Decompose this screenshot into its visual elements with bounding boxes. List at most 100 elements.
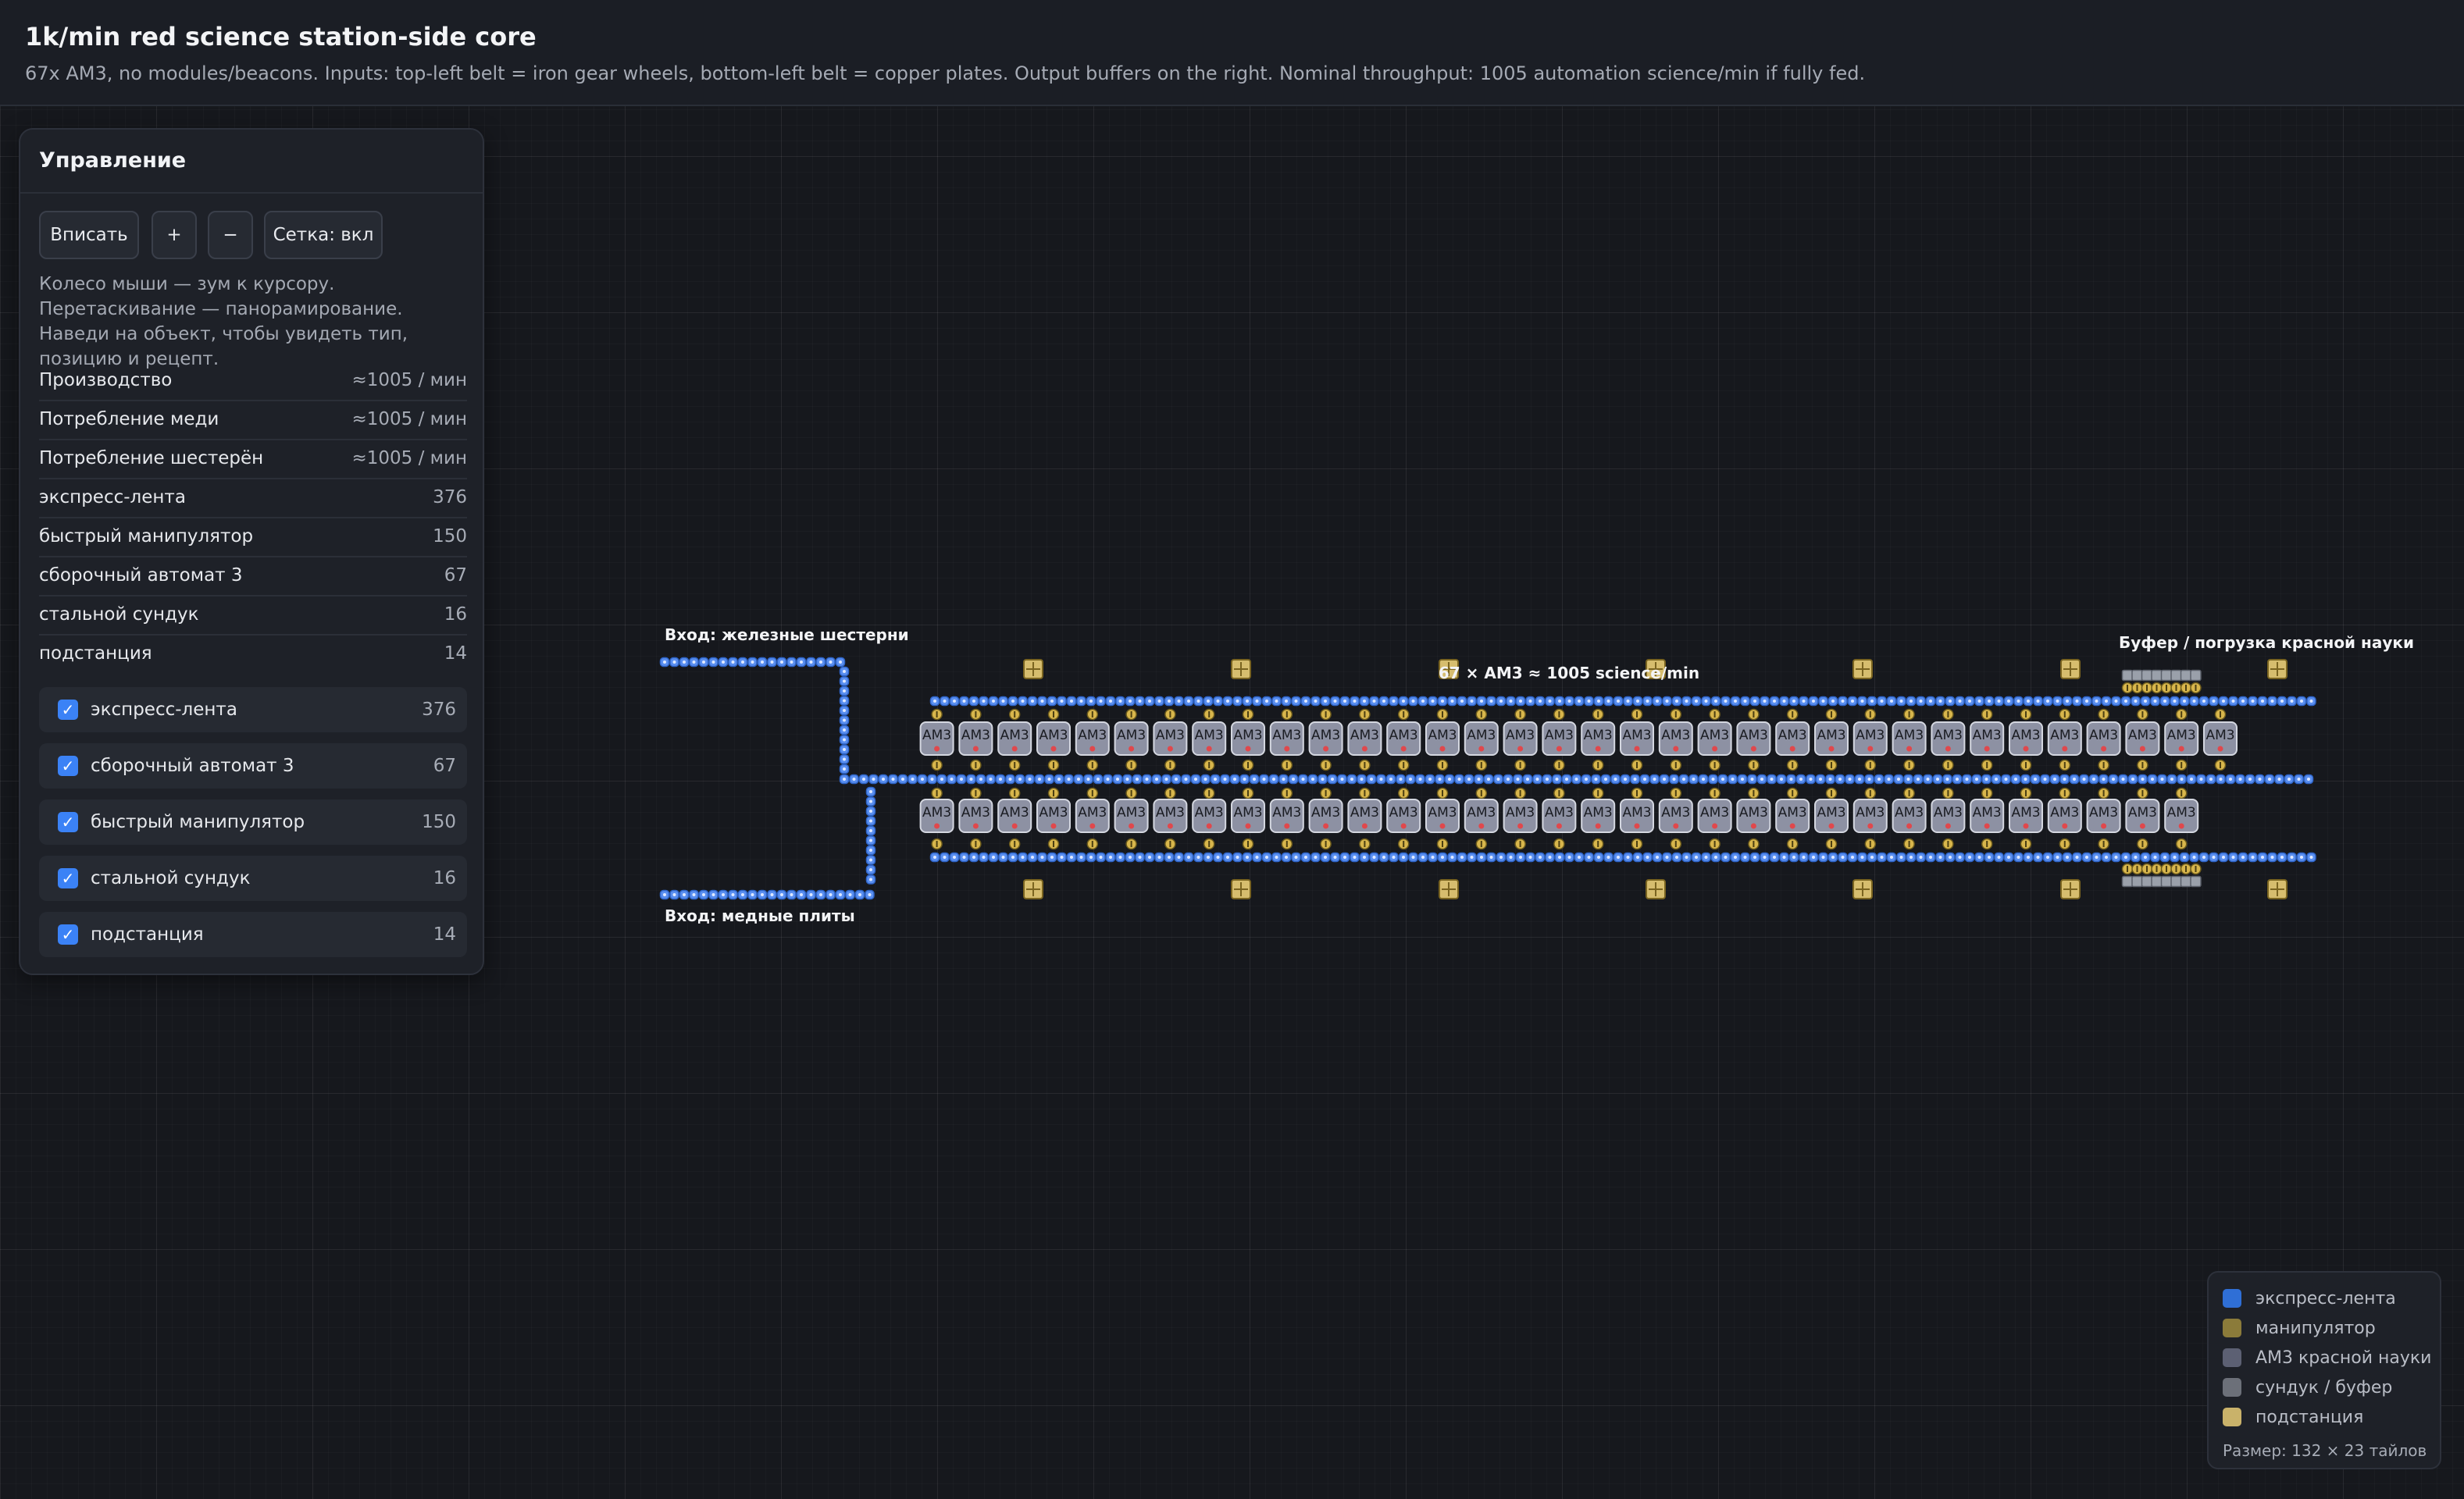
zoom-out-button[interactable]: − <box>208 211 253 259</box>
belt-tile <box>2040 774 2050 785</box>
checkbox-checked-icon[interactable]: ✓ <box>58 924 78 945</box>
belt-tile <box>1076 852 1086 863</box>
inserter <box>1942 759 1954 771</box>
belt-tile <box>1190 774 1201 785</box>
stat-label: стальной сундук <box>39 604 199 625</box>
legend-label: манипулятор <box>2255 1318 2376 1338</box>
fit-button[interactable]: Вписать <box>39 211 139 259</box>
inserter <box>1592 838 1604 850</box>
belt-tile <box>2296 696 2307 707</box>
belt-tile <box>1603 696 1614 707</box>
belt-tile <box>839 715 850 725</box>
belt-tile <box>1662 696 1672 707</box>
toggle-substation[interactable]: ✓ подстанция 14 <box>39 912 467 957</box>
grid-toggle-button[interactable]: Сетка: вкл <box>264 211 383 259</box>
belt-tile <box>2179 696 2190 707</box>
toggle-assembler-3[interactable]: ✓ сборочный автомат 3 67 <box>39 743 467 789</box>
belt-tile <box>1767 774 1777 785</box>
belt-tile <box>988 852 999 863</box>
belt-tile <box>1096 852 1106 863</box>
belt-tile <box>2303 774 2314 785</box>
toggle-count: 67 <box>433 756 456 776</box>
legend-swatch <box>2223 1319 2241 1337</box>
zoom-in-button[interactable]: + <box>152 211 197 259</box>
checkbox-checked-icon[interactable]: ✓ <box>58 868 78 888</box>
inserter <box>1825 759 1838 771</box>
belt-tile <box>2159 852 2170 863</box>
stat-value: ≈1005 / мин <box>351 409 467 429</box>
belt-tile <box>698 889 709 900</box>
belt-tile <box>936 774 947 785</box>
inserter <box>1086 708 1099 721</box>
belt-tile <box>1952 774 1963 785</box>
belt-tile <box>1171 774 1182 785</box>
belt-tile <box>849 774 859 785</box>
belt-tile <box>1756 774 1767 785</box>
belt-tile <box>1242 696 1253 707</box>
checkbox-checked-icon[interactable]: ✓ <box>58 700 78 720</box>
belt-tile <box>1115 852 1125 863</box>
toggle-express-belt[interactable]: ✓ экспресс-лента 376 <box>39 687 467 732</box>
belt-tile <box>1886 696 1897 707</box>
belt-tile <box>1018 852 1028 863</box>
assembler-am3: AM3 <box>1736 799 1771 833</box>
belt-tile <box>1955 852 1965 863</box>
svg-text:AM3: AM3 <box>1973 728 2002 743</box>
belt-tile <box>2198 696 2209 707</box>
assembler-am3: AM3 <box>1775 799 1810 833</box>
checkbox-checked-icon[interactable]: ✓ <box>58 756 78 776</box>
belt-tile <box>1389 852 1399 863</box>
belt-tile <box>1788 696 1799 707</box>
stat-label: подстанция <box>39 643 152 664</box>
belt-tile <box>776 889 787 900</box>
checkbox-checked-icon[interactable]: ✓ <box>58 812 78 832</box>
belt-tile <box>1210 774 1221 785</box>
belt-tile <box>865 874 876 885</box>
belt-tile <box>1096 696 1106 707</box>
inserter <box>1553 787 1565 799</box>
belt-tile <box>917 774 928 785</box>
inserter <box>1475 838 1488 850</box>
belt-tile <box>1984 696 1995 707</box>
belt-tile <box>2023 696 2034 707</box>
toggle-fast-inserter[interactable]: ✓ быстрый манипулятор 150 <box>39 799 467 845</box>
belt-tile <box>998 696 1008 707</box>
belt-tile <box>2111 852 2121 863</box>
belt-tile <box>1378 852 1389 863</box>
belt-tile <box>1125 852 1136 863</box>
inserter <box>1203 838 1215 850</box>
steel-chest <box>2170 669 2182 682</box>
belt-tile <box>1457 696 1467 707</box>
belt-tile <box>2264 774 2275 785</box>
belt-tile <box>1222 696 1233 707</box>
belt-tile <box>839 705 850 716</box>
inserter <box>1864 708 1877 721</box>
belt-tile <box>2062 696 2073 707</box>
toggle-steel-chest[interactable]: ✓ стальной сундук 16 <box>39 856 467 901</box>
assembler-am3: AM3 <box>1697 721 1732 756</box>
stat-assembler-3: сборочный автомат 3 67 <box>39 556 467 596</box>
assembler-am3: AM3 <box>1581 721 1616 756</box>
inserter <box>2059 759 2071 771</box>
belt-tile <box>1620 774 1631 785</box>
inserter <box>2020 787 2032 799</box>
belt-tile <box>2108 774 2119 785</box>
belt-tile <box>1513 774 1523 785</box>
stat-label: Потребление шестерён <box>39 448 264 468</box>
belt-tile <box>1164 852 1175 863</box>
svg-text:AM3: AM3 <box>1350 728 1379 743</box>
belt-tile <box>1428 696 1438 707</box>
belt-tile <box>2267 696 2277 707</box>
belt-tile <box>1728 774 1738 785</box>
svg-text:AM3: AM3 <box>1584 805 1613 821</box>
belt-tile <box>2218 852 2229 863</box>
belt-tile <box>979 852 989 863</box>
legend-swatch <box>2223 1378 2241 1397</box>
belt-tile <box>2157 774 2167 785</box>
inserter <box>1942 838 1954 850</box>
belt-tile <box>1103 774 1113 785</box>
toggle-count: 150 <box>422 812 456 832</box>
belt-tile <box>1161 774 1171 785</box>
inserter <box>2131 682 2143 694</box>
belt-tile <box>2013 696 2024 707</box>
